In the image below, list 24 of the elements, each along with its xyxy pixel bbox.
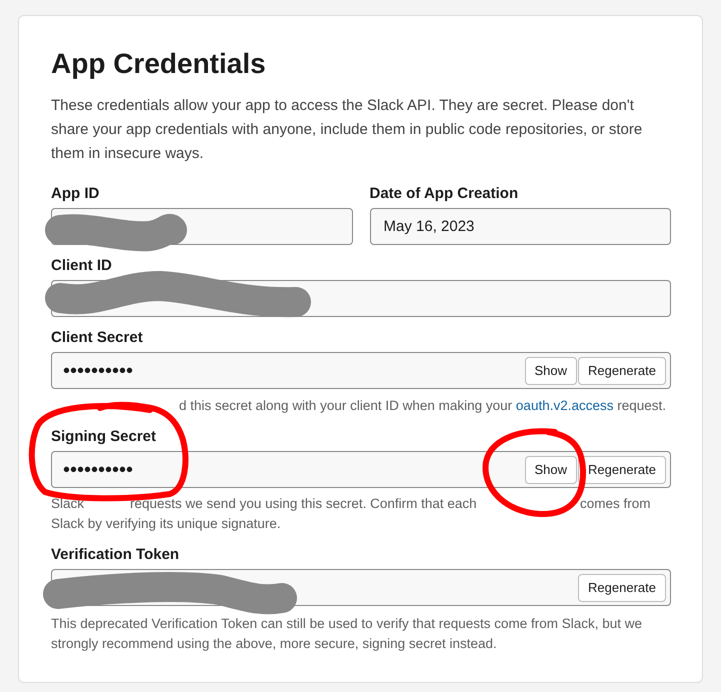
- field-label: App ID: [51, 184, 100, 203]
- field-label: Signing Secret: [51, 427, 156, 446]
- text-button[interactable]: Show: [524, 456, 578, 484]
- help-text: request.: [616, 398, 666, 413]
- help-text: Slack: [51, 495, 84, 513]
- text-button[interactable]: Regenerate: [578, 456, 666, 484]
- input-field[interactable]: May 16, 2023: [370, 208, 671, 245]
- help-text: This deprecated Verification Token can still be used to verify that requests come from Slack, but we strongly recommend using the above, more secure, signing secret instead.: [51, 616, 642, 651]
- field-label: Date of App Creation: [370, 184, 518, 203]
- help-text: d this secret along with your client ID when making your: [179, 398, 514, 413]
- field-label: Client ID: [51, 256, 112, 275]
- link[interactable]: oauth.v2.access: [516, 398, 614, 413]
- field-label: Verification Token: [51, 545, 180, 564]
- text-button[interactable]: Regenerate: [578, 574, 666, 602]
- input-field[interactable]: •••••••••• Show Regenerate: [51, 352, 671, 389]
- description-text: These credentials allow your app to access the Slack API. They are secret. Please don't share your app credentials with anyone, include them in public code repositories, or store them in insecure ways.: [51, 96, 644, 164]
- help-text: comes from: [580, 495, 651, 513]
- text-button[interactable]: Regenerate: [578, 356, 666, 384]
- field-label: Client Secret: [51, 328, 143, 347]
- help-text: Slack by verifying its unique signature.: [51, 516, 281, 531]
- input-field[interactable]: •••••••••• Show Regenerate: [51, 451, 671, 488]
- text-button[interactable]: Show: [524, 356, 578, 384]
- page-title: App Credentials: [51, 48, 267, 80]
- help-text: requests we send you using this secret. Confirm that each: [130, 495, 477, 513]
